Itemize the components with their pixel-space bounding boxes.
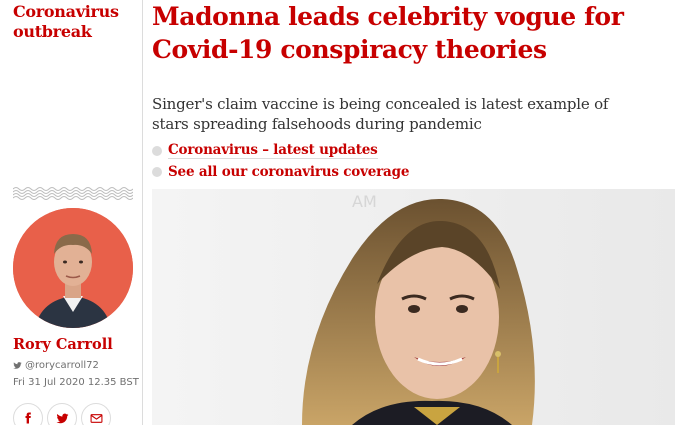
share-email-button[interactable] xyxy=(81,403,111,425)
facebook-icon xyxy=(25,412,31,424)
main-article-image[interactable]: AM xyxy=(152,189,675,425)
related-link-all-coverage[interactable]: See all our coronavirus coverage xyxy=(152,161,409,182)
twitter-icon xyxy=(56,413,68,423)
twitter-handle: @rorycarroll72 xyxy=(25,360,99,371)
share-twitter-button[interactable] xyxy=(47,403,77,425)
author-name[interactable]: Rory Carroll xyxy=(13,336,113,353)
bullet-icon xyxy=(152,166,162,177)
article-headline: Madonna leads celebrity vogue for Covid-… xyxy=(152,2,624,64)
twitter-bird-icon xyxy=(13,362,22,369)
section-label[interactable]: Coronavirus outbreak xyxy=(13,2,138,42)
author-portrait-illustration xyxy=(13,208,133,328)
madonna-photo-illustration: AM xyxy=(152,189,675,425)
squiggle-divider xyxy=(13,187,133,200)
related-link-latest-updates[interactable]: Coronavirus – latest updates xyxy=(152,140,409,161)
column-divider xyxy=(142,0,143,425)
share-facebook-button[interactable] xyxy=(13,403,43,425)
email-icon xyxy=(90,413,102,423)
bullet-icon xyxy=(152,145,162,156)
article-standfirst: Singer's claim vaccine is being conceale… xyxy=(152,95,609,133)
svg-text:AM: AM xyxy=(352,192,377,211)
share-buttons xyxy=(13,403,111,425)
related-link-label[interactable]: Coronavirus – latest updates xyxy=(168,142,378,159)
publish-date: Fri 31 Jul 2020 12.35 BST xyxy=(13,377,139,388)
author-twitter[interactable]: @rorycarroll72 xyxy=(13,360,99,371)
author-avatar[interactable] xyxy=(13,208,133,328)
related-links: Coronavirus – latest updates See all our… xyxy=(152,140,409,182)
related-link-label[interactable]: See all our coronavirus coverage xyxy=(168,164,409,180)
left-column: Coronavirus outbreak Rory Carroll @roryc… xyxy=(0,0,142,425)
